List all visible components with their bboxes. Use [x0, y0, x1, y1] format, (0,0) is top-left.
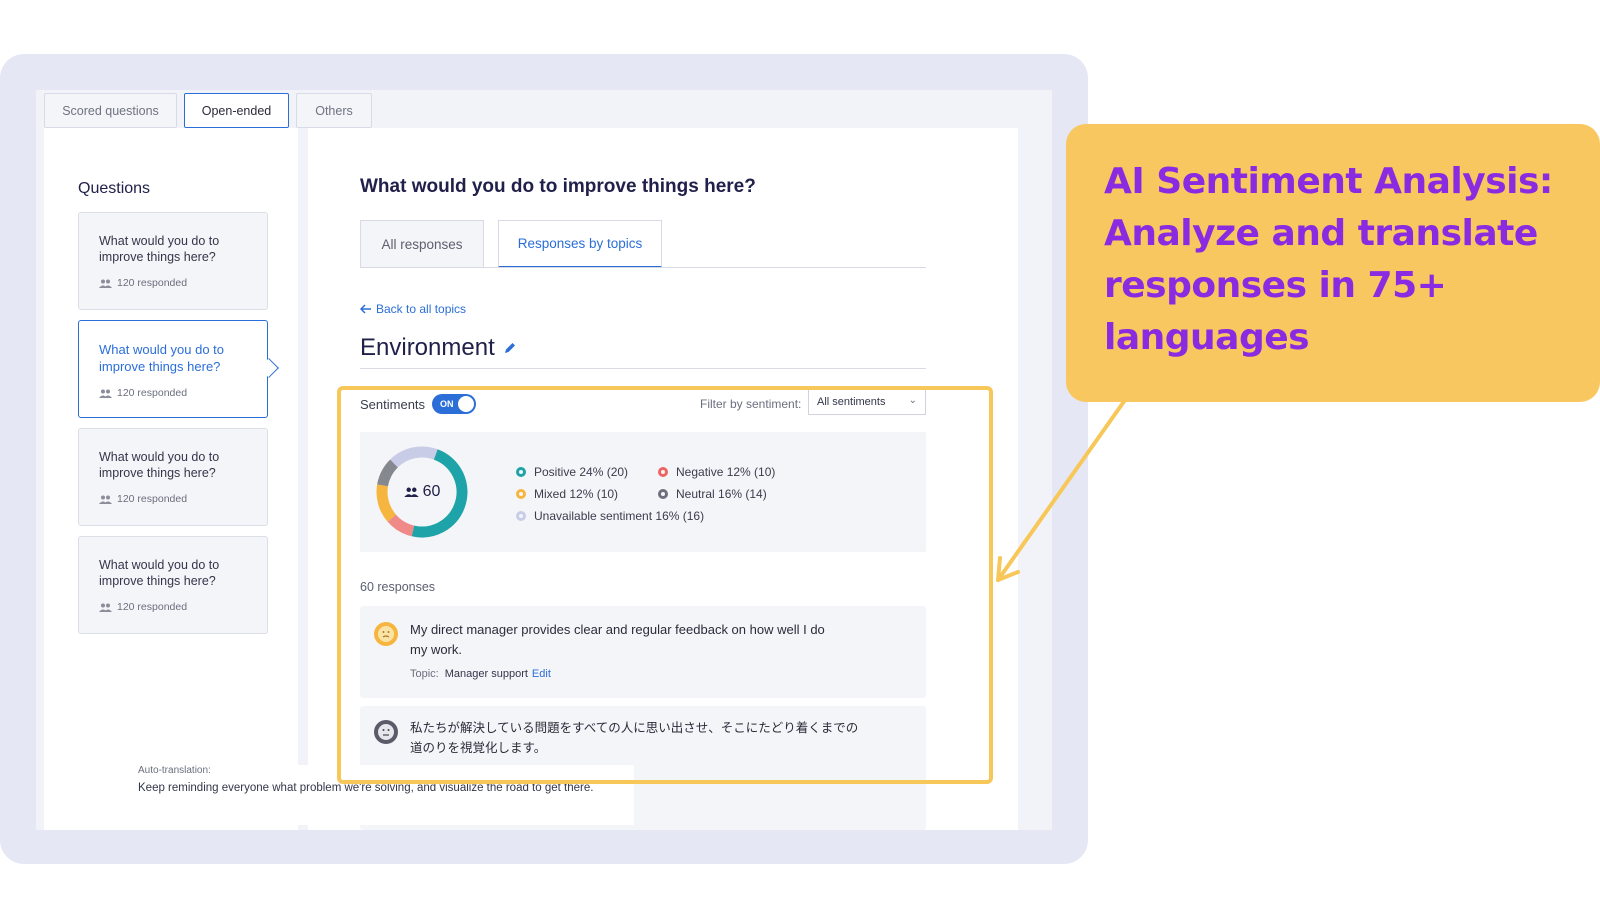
question-card-selected[interactable]: What would you do to improve things here… — [78, 320, 279, 418]
neutral-face-icon — [374, 720, 398, 744]
arrow-left-icon — [360, 304, 371, 314]
selected-caret — [259, 358, 279, 378]
mixed-face-icon — [374, 622, 398, 646]
back-link-label: Back to all topics — [376, 302, 467, 316]
legend-dot — [516, 511, 526, 521]
responded-count-label: 120 responded — [117, 601, 188, 613]
back-to-topics-link[interactable]: Back to all topics — [360, 302, 466, 316]
translation-label: Auto-translation: — [138, 765, 211, 776]
donut-center: 60 — [372, 442, 472, 542]
responded-count-label: 120 responded — [117, 387, 188, 399]
callout-box: AI Sentiment Analysis: Analyze and trans… — [1066, 124, 1600, 402]
toggle-knob — [458, 396, 474, 412]
callout-text: AI Sentiment Analysis: Analyze and trans… — [1104, 161, 1553, 358]
main-panel: What would you do to improve things here… — [308, 128, 1018, 830]
response-text-line: 私たちが解決している問題をすべての人に思い出させ、そこにたどり着くまでの — [410, 720, 859, 735]
question-card[interactable]: What would you do to improve things here… — [78, 536, 268, 634]
questions-heading: Questions — [78, 180, 151, 197]
legend-dot — [516, 489, 526, 499]
question-text: What would you do to improve things here… — [99, 558, 220, 588]
question-text: What would you do to improve things here… — [99, 342, 225, 374]
legend-label: Neutral 16% (14) — [676, 487, 767, 501]
legend-label: Unavailable sentiment 16% (16) — [534, 509, 705, 523]
responded-count: 120 responded — [99, 387, 249, 399]
edit-topic-link[interactable]: Edit — [532, 668, 551, 680]
legend-label: Mixed 12% (10) — [534, 487, 619, 501]
question-card[interactable]: What would you do to improve things here… — [78, 428, 268, 526]
question-text: What would you do to improve things here… — [99, 234, 220, 264]
pencil-icon[interactable] — [503, 341, 517, 355]
legend-dot — [516, 467, 526, 477]
tab-responses-by-topics[interactable]: Responses by topics — [498, 220, 662, 268]
questions-panel: Questions What would you do to improve t… — [44, 128, 298, 830]
legend-neutral: Neutral 16% (14) — [658, 487, 767, 501]
people-icon — [99, 603, 112, 612]
people-icon — [99, 495, 112, 504]
response-text-line: 道のりを視覚化します。 — [410, 740, 547, 755]
toggle-label: ON — [440, 399, 454, 409]
topic-divider — [360, 368, 926, 369]
response-text: My direct manager provides clear and reg… — [410, 620, 825, 660]
responded-count: 120 responded — [99, 277, 249, 289]
legend-positive: Positive 24% (20) — [516, 465, 628, 479]
translation-text: Keep reminding everyone what problem we'… — [138, 782, 594, 794]
topic-label: Topic: — [410, 668, 439, 680]
people-icon — [403, 487, 419, 497]
legend-mixed: Mixed 12% (10) — [516, 487, 618, 501]
total-count: 60 — [422, 483, 441, 500]
topic-title-text: Environment — [360, 334, 495, 361]
legend-unavailable: Unavailable sentiment 16% (16) — [516, 509, 704, 523]
legend-label: Positive 24% (20) — [534, 465, 629, 479]
legend-dot — [658, 489, 668, 499]
question-card[interactable]: What would you do to improve things here… — [78, 212, 268, 310]
chevron-down-icon: ⌄ — [908, 395, 917, 406]
sentiment-filter-select[interactable]: All sentiments ⌄ — [808, 389, 926, 415]
legend-dot — [658, 467, 668, 477]
filter-label: Filter by sentiment: — [700, 397, 802, 411]
app-screen: Scored questions Open-ended Others Quest… — [36, 90, 1052, 830]
tab-open-ended[interactable]: Open-ended — [184, 93, 289, 128]
responded-count: 120 responded — [99, 601, 249, 613]
topic-title: Environment — [360, 334, 517, 362]
response-text-line: my work. — [410, 642, 462, 657]
tab-others[interactable]: Others — [296, 93, 372, 128]
response-card: My direct manager provides clear and reg… — [360, 606, 926, 698]
response-text-line: My direct manager provides clear and reg… — [410, 622, 825, 637]
tab-all-responses[interactable]: All responses — [360, 220, 484, 268]
filter-select-value: All sentiments — [817, 396, 886, 408]
translation-box: Auto-translation: Keep reminding everyon… — [116, 765, 634, 825]
topic-value: Manager support — [444, 668, 528, 680]
responses-count: 60 responses — [360, 580, 436, 594]
response-topic: Topic: Manager support Edit — [410, 668, 551, 680]
sentiments-toggle[interactable]: ON — [432, 394, 476, 414]
responded-count-label: 120 responded — [117, 277, 188, 289]
responded-count-label: 120 responded — [117, 493, 188, 505]
legend-negative: Negative 12% (10) — [658, 465, 775, 479]
tab-divider — [360, 267, 926, 268]
question-title: What would you do to improve things here… — [360, 176, 756, 197]
question-text: What would you do to improve things here… — [99, 450, 220, 480]
legend-label: Negative 12% (10) — [676, 465, 776, 479]
sentiments-label: Sentiments — [360, 397, 426, 412]
tab-scored-questions[interactable]: Scored questions — [44, 93, 177, 128]
responded-count: 120 responded — [99, 493, 249, 505]
people-icon — [99, 279, 112, 288]
people-icon — [99, 389, 112, 398]
response-text: 私たちが解決している問題をすべての人に思い出させ、そこにたどり着くまでの 道のり… — [410, 718, 858, 758]
sentiment-summary: 60 Positive 24% (20) Negative 12% (10) M… — [360, 432, 926, 552]
